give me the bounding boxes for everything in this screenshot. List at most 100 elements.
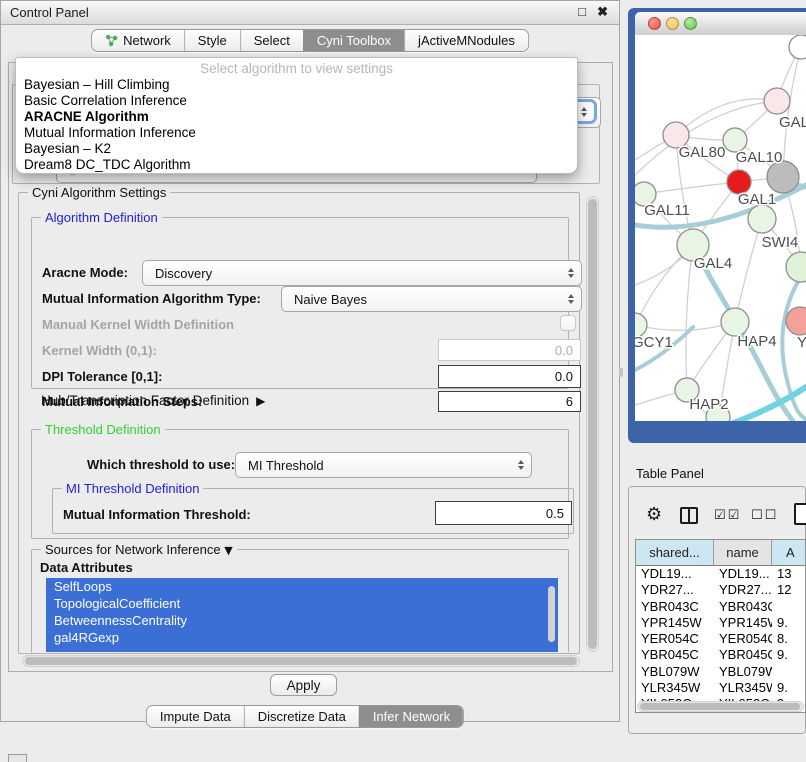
node[interactable] xyxy=(748,205,776,233)
mi-type-value: Naive Bayes xyxy=(294,292,367,307)
dropdown-item[interactable]: Basic Correlation Inference xyxy=(16,93,577,109)
zoom-traffic-light[interactable] xyxy=(684,17,697,30)
node[interactable] xyxy=(789,35,806,59)
close-icon[interactable]: ✖ xyxy=(597,4,608,20)
list-item[interactable]: TopologicalCoefficient xyxy=(46,595,558,612)
list-item[interactable]: gal4RGexp xyxy=(46,629,558,646)
table-row[interactable]: YDL19...YDL19...13 xyxy=(636,566,806,582)
float-icon[interactable]: □ xyxy=(578,4,586,19)
dropdown-item[interactable]: Bayesian – K2 xyxy=(16,141,577,157)
tab-style[interactable]: Style xyxy=(184,30,240,51)
table-row[interactable]: YBR043CYBR043C xyxy=(636,599,806,615)
kernel-width-field[interactable]: 0.0 xyxy=(438,339,581,361)
deselect-all-checks-icon[interactable]: ☐☐ xyxy=(751,508,778,523)
node-label: GAL11 xyxy=(644,202,690,219)
tab-network-label: Network xyxy=(123,33,171,48)
table-row[interactable]: YER054CYER054C8. xyxy=(636,631,806,647)
dpi-tolerance-field[interactable]: 0.0 xyxy=(438,365,581,388)
network-canvas[interactable]: GAL GAL80 GAL10 GAL1 GAL11 SWI4 GAL4 GCY… xyxy=(635,35,806,421)
close-traffic-light[interactable] xyxy=(648,17,661,30)
mi-steps-value: 6 xyxy=(566,394,573,409)
node-table[interactable]: shared... name A YDL19...YDL19...13 YDR2… xyxy=(635,539,806,713)
table-row[interactable]: YBR045CYBR045C9. xyxy=(636,647,806,663)
node-label: GCY1 xyxy=(635,334,673,351)
select-all-checks-icon[interactable]: ☑☑ xyxy=(714,508,741,523)
new-table-icon[interactable] xyxy=(794,503,806,525)
vertical-scrollbar-thumb[interactable] xyxy=(588,199,597,649)
hub-definition-row[interactable]: Hub/Transcription Factor Definition ▶ xyxy=(41,393,265,408)
node-salmon[interactable] xyxy=(786,307,806,335)
tab-infer-network-label: Infer Network xyxy=(373,709,450,724)
dropdown-item[interactable]: Bayesian – Hill Climbing xyxy=(16,77,577,93)
data-attributes-label: Data Attributes xyxy=(40,560,133,575)
apply-button[interactable]: Apply xyxy=(270,674,337,696)
tab-discretize-data-label: Discretize Data xyxy=(258,709,346,724)
tab-impute-data[interactable]: Impute Data xyxy=(147,706,244,727)
tab-style-label: Style xyxy=(198,33,227,48)
splitter-handle[interactable] xyxy=(619,368,623,377)
dpi-tolerance-label: DPI Tolerance [0,1]: xyxy=(42,369,162,384)
node[interactable] xyxy=(764,88,790,114)
tab-network[interactable]: Network xyxy=(92,30,184,51)
table-row[interactable]: YPR145WYPR145W9. xyxy=(636,615,806,631)
tab-discretize-data[interactable]: Discretize Data xyxy=(244,706,359,727)
horizontal-scrollbar[interactable] xyxy=(22,655,580,667)
column-header-name[interactable]: name xyxy=(714,540,772,566)
control-panel-titlebar[interactable]: Control Panel □ ✖ xyxy=(1,1,619,25)
manual-kernel-label: Manual Kernel Width Definition xyxy=(42,317,234,332)
threshold-definition-group: Threshold Definition Which threshold to … xyxy=(31,429,569,539)
column-header-third[interactable]: A xyxy=(772,540,806,566)
apply-button-label: Apply xyxy=(287,678,321,693)
node-label: GAL80 xyxy=(679,144,726,161)
aracne-mode-combo[interactable]: Discovery xyxy=(142,260,582,286)
table-horizontal-scrollbar-thumb[interactable] xyxy=(640,703,800,710)
node-label: GAL xyxy=(779,114,806,131)
dropdown-item[interactable]: Dream8 DC_TDC Algorithm xyxy=(16,157,577,173)
collapse-arrow-icon[interactable]: ▼ xyxy=(224,544,232,557)
mi-threshold-value: 0.5 xyxy=(546,506,564,521)
list-item[interactable]: BetweennessCentrality xyxy=(46,612,558,629)
table-row[interactable]: YBL079WYBL079W xyxy=(636,664,806,680)
table-horizontal-scrollbar[interactable] xyxy=(637,701,804,712)
network-window: GAL GAL80 GAL10 GAL1 GAL11 SWI4 GAL4 GCY… xyxy=(628,8,806,443)
bottom-tab-bar: Impute Data Discretize Data Infer Networ… xyxy=(146,705,464,728)
tab-cyni-toolbox[interactable]: Cyni Toolbox xyxy=(303,30,404,51)
mi-threshold-field[interactable]: 0.5 xyxy=(435,501,572,525)
which-threshold-combo[interactable]: MI Threshold xyxy=(235,452,532,478)
node-label: GAL4 xyxy=(694,255,732,272)
table-row[interactable]: YDR27...YDR27...12 xyxy=(636,582,806,598)
list-item[interactable]: SelfLoops xyxy=(46,578,558,595)
data-attributes-list[interactable]: SelfLoops TopologicalCoefficient Between… xyxy=(46,578,558,652)
mi-steps-field[interactable]: 6 xyxy=(438,391,581,412)
mi-type-combo[interactable]: Naive Bayes xyxy=(281,286,582,312)
table-row[interactable]: YLR345WYLR345W9. xyxy=(636,680,806,696)
tab-impute-data-label: Impute Data xyxy=(160,709,231,724)
aracne-mode-label: Aracne Mode: xyxy=(42,265,128,280)
gear-icon[interactable]: ⚙ xyxy=(646,504,662,525)
manual-kernel-checkbox[interactable] xyxy=(560,315,576,331)
dropdown-prompt: Select algorithm to view settings xyxy=(16,58,577,76)
network-window-titlebar[interactable] xyxy=(635,12,806,37)
sources-group: Sources for Network Inference ▼ Data Att… xyxy=(31,549,569,653)
minimized-panel-icon[interactable] xyxy=(8,754,27,762)
dropdown-item-selected[interactable]: ARACNE Algorithm xyxy=(16,109,577,125)
network-labels: GAL GAL80 GAL10 GAL1 GAL11 SWI4 GAL4 GCY… xyxy=(635,114,806,413)
tab-select[interactable]: Select xyxy=(240,30,303,51)
columns-icon[interactable] xyxy=(680,507,698,524)
list-item-partial[interactable] xyxy=(46,646,558,652)
sources-title: Sources for Network Inference xyxy=(45,542,221,557)
dropdown-item[interactable]: Mutual Information Inference xyxy=(16,125,577,141)
horizontal-scrollbar-thumb[interactable] xyxy=(25,657,577,665)
tab-jactivemnodules[interactable]: jActiveMNodules xyxy=(404,30,528,51)
network-graph[interactable]: GAL GAL80 GAL10 GAL1 GAL11 SWI4 GAL4 GCY… xyxy=(635,35,806,421)
expand-arrow-icon[interactable]: ▶ xyxy=(256,394,265,408)
tab-infer-network[interactable]: Infer Network xyxy=(359,706,463,727)
node-label: SWI4 xyxy=(762,234,799,251)
vertical-scrollbar[interactable] xyxy=(586,196,599,652)
minimize-traffic-light[interactable] xyxy=(666,17,679,30)
list-scrollbar-thumb[interactable] xyxy=(548,586,555,642)
node-swi4[interactable] xyxy=(786,252,806,282)
node-hap4[interactable] xyxy=(721,308,749,336)
threshold-definition-title: Threshold Definition xyxy=(41,422,165,437)
column-header-shared-name[interactable]: shared... xyxy=(636,540,714,566)
